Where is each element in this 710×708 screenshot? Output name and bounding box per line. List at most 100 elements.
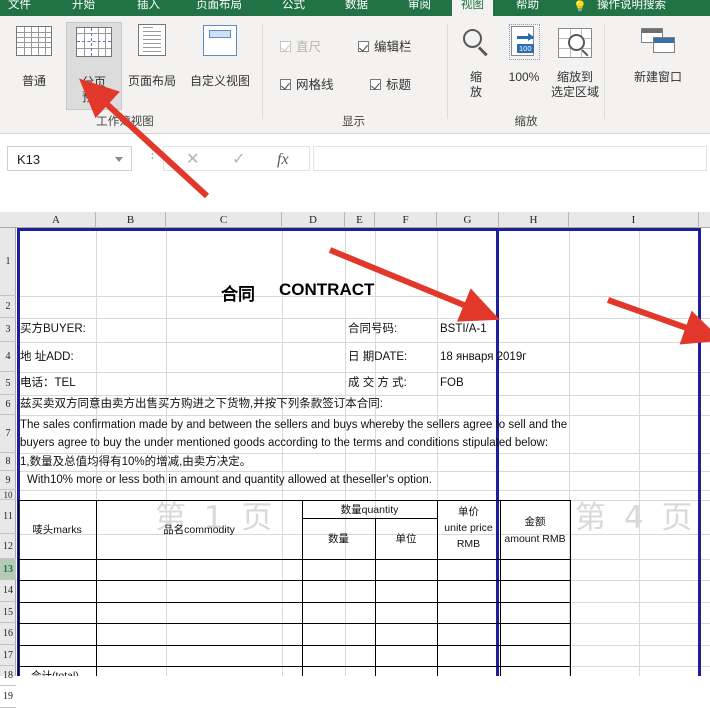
row-header-16[interactable]: 16 [0, 623, 16, 645]
view-custom-views-button[interactable]: 自定义视图 [184, 22, 256, 110]
ribbon-tab-file[interactable]: 文件 [8, 0, 31, 16]
column-header-i[interactable]: I [569, 212, 699, 228]
column-header-a[interactable]: A [17, 212, 96, 228]
ribbon-tab-page-layout[interactable]: 页面布局 [196, 0, 242, 16]
formula-input[interactable] [313, 146, 707, 171]
row-header-14[interactable]: 14 [0, 580, 16, 602]
field-date-label: 日 期DATE: [348, 351, 408, 363]
zoom-button-label: 缩 放 [469, 70, 482, 99]
field-terms-value: FOB [440, 377, 464, 389]
column-header-h[interactable]: H [499, 212, 569, 228]
checkbox-ruler[interactable]: 直尺 [280, 36, 321, 55]
row-header-2[interactable]: 2 [0, 296, 16, 318]
gridline-h [17, 471, 710, 472]
chevron-down-icon[interactable] [115, 157, 123, 162]
row-header-1[interactable]: 1 [0, 228, 16, 296]
zoom-100-button[interactable]: 100 100% [498, 22, 550, 110]
row-header-18[interactable]: 18 [0, 666, 16, 686]
zoom-button[interactable]: 缩 放 [454, 22, 498, 110]
group-label-workbook-views: 工作簿视图 [96, 116, 154, 128]
row-header-15[interactable]: 15 [0, 602, 16, 623]
new-window-button[interactable]: 新建窗口 [622, 22, 694, 110]
column-header-f[interactable]: F [375, 212, 437, 228]
row-header-10[interactable]: 10 [0, 490, 16, 500]
column-header-c[interactable]: C [166, 212, 282, 228]
table-border-r17 [18, 645, 571, 647]
ribbon-tab-help[interactable]: 帮助 [516, 0, 539, 16]
row-header-11[interactable]: 11 [0, 500, 16, 534]
name-box-value: K13 [17, 152, 41, 167]
zoom-to-selection-button[interactable]: 缩放到 选定区域 [550, 22, 600, 110]
row-header-5[interactable]: 5 [0, 372, 16, 395]
gridline-h [17, 342, 710, 343]
insert-function-icon[interactable]: fx [277, 150, 289, 169]
ribbon-group-workbook-views: 普通 分页 预览 页面布局 自定义视图 工作簿视图 [0, 16, 258, 134]
check-icon[interactable]: ✓ [232, 150, 245, 169]
new-window-icon [641, 28, 675, 56]
gridlines-checkbox-box[interactable] [280, 79, 291, 90]
page-break-top-edge [17, 228, 701, 231]
checkbox-headings[interactable]: 标题 [370, 74, 411, 93]
page-break-vertical-1 [496, 228, 499, 676]
table-col-commodity [302, 500, 304, 676]
ribbon-tab-home[interactable]: 开始 [72, 0, 95, 16]
column-header-g[interactable]: G [437, 212, 499, 228]
ruler-checkbox-box[interactable] [280, 41, 291, 52]
table-header-unit-price-3: RMB [456, 538, 481, 550]
checkbox-gridlines[interactable]: 网格线 [280, 74, 334, 93]
ribbon-tab-view[interactable]: 视图 [452, 0, 493, 16]
zoom-to-selection-label: 缩放到 选定区域 [550, 70, 599, 99]
row-header-8[interactable]: 8 [0, 453, 16, 471]
table-border-top [18, 500, 571, 502]
gridline-h [17, 318, 710, 319]
checkbox-headings-label: 标题 [386, 78, 412, 92]
ribbon-tab-tell-me[interactable]: 操作说明搜索 [597, 0, 666, 16]
row-header-4[interactable]: 4 [0, 342, 16, 372]
formula-bar-checkbox-box[interactable] [358, 41, 369, 52]
view-page-break-preview-button[interactable]: 分页 预览 [66, 22, 122, 110]
table-border-r15 [18, 602, 571, 604]
view-page-layout-button[interactable]: 页面布局 [124, 22, 180, 110]
formula-buttons: ✕ ✓ fx [163, 146, 310, 171]
ribbon-tab-data[interactable]: 数据 [345, 0, 368, 16]
row-header-9[interactable]: 9 [0, 471, 16, 490]
table-col-right [570, 500, 572, 676]
column-header-e[interactable]: E [345, 212, 375, 228]
column-header-d[interactable]: D [282, 212, 345, 228]
checkbox-formula-bar[interactable]: 编辑栏 [358, 36, 412, 55]
view-page-layout-label: 页面布局 [127, 74, 176, 88]
table-border-r11 [18, 559, 571, 561]
column-headers: A B C D E F G H I [0, 212, 710, 228]
table-total-label: 合计(total) [31, 670, 79, 676]
paragraph-cn-1: 兹买卖双方同意由卖方出售买方购进之下货物,并按下列条款签订本合同: [20, 398, 383, 410]
view-normal-button[interactable]: 普通 [6, 22, 62, 110]
row-header-19[interactable]: 19 [0, 686, 16, 708]
close-icon[interactable]: ✕ [186, 150, 199, 169]
row-header-3[interactable]: 3 [0, 318, 16, 342]
custom-views-icon [203, 25, 237, 56]
name-box[interactable]: K13 [7, 146, 132, 171]
normal-view-icon [16, 26, 52, 56]
row-header-6[interactable]: 6 [0, 395, 16, 415]
column-header-b[interactable]: B [96, 212, 166, 228]
sheet-cells[interactable]: 第 1 页 第 4 页 合同 CONTRACT 买方BUYER: 地 址ADD:… [17, 228, 710, 676]
row-header-12[interactable]: 12 [0, 534, 16, 559]
row-header-13[interactable]: 13 [0, 559, 16, 580]
table-border-mid [302, 518, 437, 520]
ribbon-tab-insert[interactable]: 插入 [137, 0, 160, 16]
row-header-7[interactable]: 7 [0, 415, 16, 453]
row-header-17[interactable]: 17 [0, 645, 16, 666]
field-contract-no-value: BSTI/A-1 [440, 323, 487, 335]
gridline-h [17, 415, 710, 416]
headings-checkbox-box[interactable] [370, 79, 381, 90]
page-layout-icon [138, 24, 166, 56]
ribbon-tab-formulas[interactable]: 公式 [282, 0, 305, 16]
checkbox-ruler-label: 直尺 [296, 40, 322, 54]
paragraph-en-2: With10% more or less both in amount and … [27, 474, 432, 486]
field-buyer-label: 买方BUYER: [20, 323, 86, 335]
contract-title-en: CONTRACT [279, 280, 375, 299]
ribbon-tab-strip: 文件 开始 插入 页面布局 公式 数据 审阅 视图 帮助 💡 操作说明搜索 [0, 0, 710, 16]
gridline-h [17, 395, 710, 396]
formula-bar-drag-handle[interactable]: ⋮ [146, 147, 159, 160]
ribbon-tab-review[interactable]: 审阅 [408, 0, 431, 16]
